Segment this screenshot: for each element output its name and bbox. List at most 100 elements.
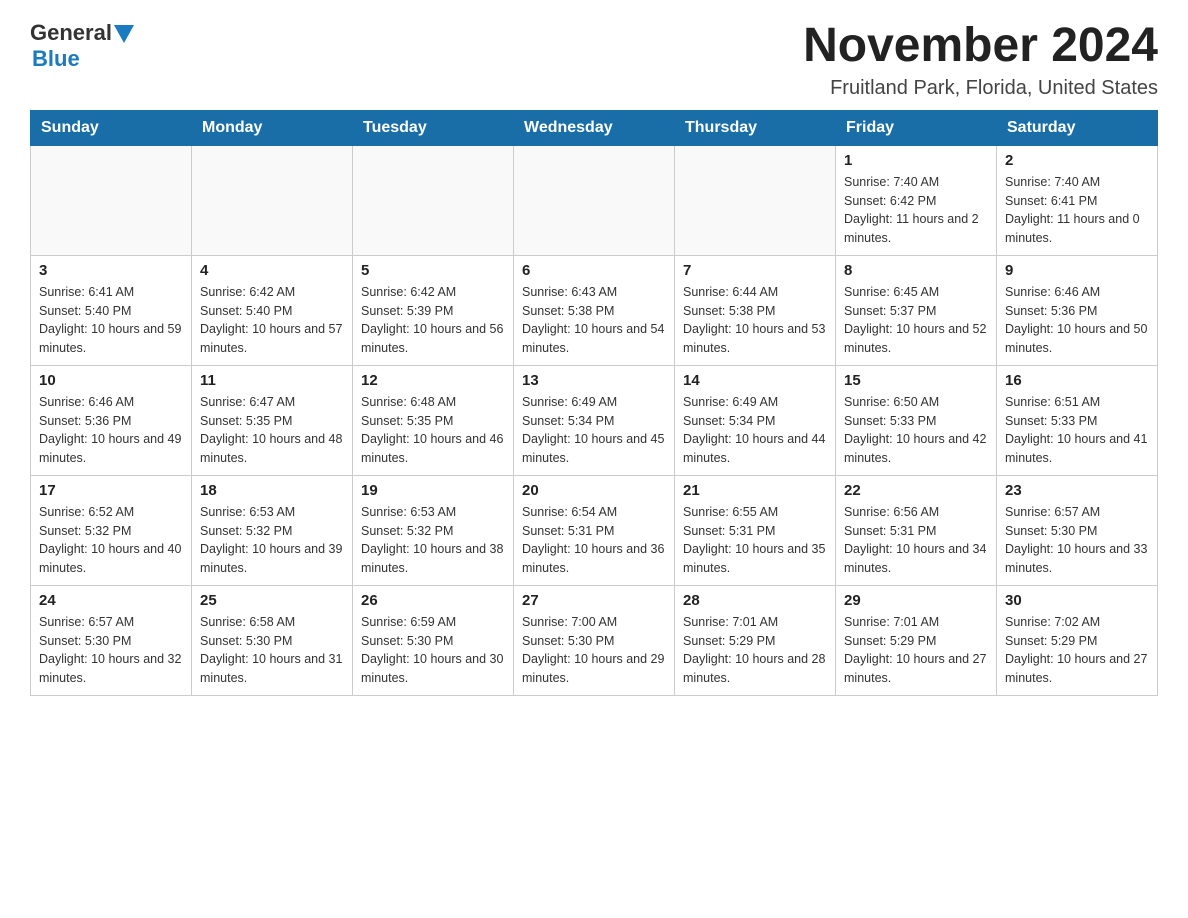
day-info: Sunrise: 6:45 AMSunset: 5:37 PMDaylight:…	[844, 283, 988, 358]
calendar-cell: 28 Sunrise: 7:01 AMSunset: 5:29 PMDayligh…	[675, 585, 836, 695]
day-number: 7	[683, 262, 827, 279]
day-number: 22	[844, 482, 988, 499]
calendar-cell: 25 Sunrise: 6:58 AMSunset: 5:30 PMDayligh…	[192, 585, 353, 695]
day-info: Sunrise: 7:01 AMSunset: 5:29 PMDaylight:…	[683, 613, 827, 688]
day-info: Sunrise: 7:40 AMSunset: 6:42 PMDaylight:…	[844, 173, 988, 248]
calendar-cell: 16Sunrise: 6:51 AMSunset: 5:33 PMDayligh…	[997, 365, 1158, 475]
calendar-cell: 21 Sunrise: 6:55 AMSunset: 5:31 PMDayligh…	[675, 475, 836, 585]
calendar-week-row: 24 Sunrise: 6:57 AMSunset: 5:30 PMDayligh…	[31, 585, 1158, 695]
calendar-cell: 2 Sunrise: 7:40 AMSunset: 6:41 PMDaylight…	[997, 145, 1158, 255]
day-number: 27	[522, 592, 666, 609]
calendar-cell: 12Sunrise: 6:48 AMSunset: 5:35 PMDayligh…	[353, 365, 514, 475]
calendar-header-row: SundayMondayTuesdayWednesdayThursdayFrid…	[31, 110, 1158, 145]
weekday-header-wednesday: Wednesday	[514, 110, 675, 145]
calendar-cell: 17 Sunrise: 6:52 AMSunset: 5:32 PMDayligh…	[31, 475, 192, 585]
title-area: November 2024 Fruitland Park, Florida, U…	[803, 20, 1158, 100]
calendar-cell	[353, 145, 514, 255]
calendar-cell: 4Sunrise: 6:42 AMSunset: 5:40 PMDaylight…	[192, 255, 353, 365]
calendar-cell: 15Sunrise: 6:50 AMSunset: 5:33 PMDayligh…	[836, 365, 997, 475]
logo: General Blue	[30, 20, 134, 72]
day-number: 23	[1005, 482, 1149, 499]
day-info: Sunrise: 7:40 AMSunset: 6:41 PMDaylight:…	[1005, 173, 1149, 248]
calendar-cell: 7 Sunrise: 6:44 AMSunset: 5:38 PMDaylight…	[675, 255, 836, 365]
day-number: 28	[683, 592, 827, 609]
day-number: 14	[683, 372, 827, 389]
calendar-cell: 23 Sunrise: 6:57 AMSunset: 5:30 PMDayligh…	[997, 475, 1158, 585]
day-info: Sunrise: 6:53 AMSunset: 5:32 PMDaylight:…	[361, 503, 505, 578]
calendar-cell: 20 Sunrise: 6:54 AMSunset: 5:31 PMDayligh…	[514, 475, 675, 585]
day-number: 6	[522, 262, 666, 279]
calendar-cell: 29 Sunrise: 7:01 AMSunset: 5:29 PMDayligh…	[836, 585, 997, 695]
calendar-cell: 13 Sunrise: 6:49 AMSunset: 5:34 PMDayligh…	[514, 365, 675, 475]
day-number: 3	[39, 262, 183, 279]
day-info: Sunrise: 6:43 AMSunset: 5:38 PMDaylight:…	[522, 283, 666, 358]
calendar-cell: 24 Sunrise: 6:57 AMSunset: 5:30 PMDayligh…	[31, 585, 192, 695]
weekday-header-sunday: Sunday	[31, 110, 192, 145]
calendar-cell: 9 Sunrise: 6:46 AMSunset: 5:36 PMDaylight…	[997, 255, 1158, 365]
day-info: Sunrise: 6:46 AMSunset: 5:36 PMDaylight:…	[39, 393, 183, 468]
day-info: Sunrise: 6:41 AMSunset: 5:40 PMDaylight:…	[39, 283, 183, 358]
day-info: Sunrise: 6:49 AMSunset: 5:34 PMDaylight:…	[683, 393, 827, 468]
day-info: Sunrise: 6:53 AMSunset: 5:32 PMDaylight:…	[200, 503, 344, 578]
weekday-header-thursday: Thursday	[675, 110, 836, 145]
calendar-cell: 1 Sunrise: 7:40 AMSunset: 6:42 PMDaylight…	[836, 145, 997, 255]
logo-general: General	[30, 20, 112, 46]
calendar-cell	[514, 145, 675, 255]
day-number: 9	[1005, 262, 1149, 279]
day-info: Sunrise: 6:52 AMSunset: 5:32 PMDaylight:…	[39, 503, 183, 578]
calendar-cell	[675, 145, 836, 255]
day-info: Sunrise: 6:56 AMSunset: 5:31 PMDaylight:…	[844, 503, 988, 578]
day-info: Sunrise: 6:44 AMSunset: 5:38 PMDaylight:…	[683, 283, 827, 358]
day-number: 15	[844, 372, 988, 389]
month-title: November 2024	[803, 20, 1158, 73]
day-number: 13	[522, 372, 666, 389]
logo-triangle-icon	[114, 25, 134, 43]
day-number: 20	[522, 482, 666, 499]
day-number: 30	[1005, 592, 1149, 609]
calendar-cell: 22 Sunrise: 6:56 AMSunset: 5:31 PMDayligh…	[836, 475, 997, 585]
calendar-cell: 27 Sunrise: 7:00 AMSunset: 5:30 PMDayligh…	[514, 585, 675, 695]
day-number: 18	[200, 482, 344, 499]
day-number: 29	[844, 592, 988, 609]
calendar-cell: 3 Sunrise: 6:41 AMSunset: 5:40 PMDaylight…	[31, 255, 192, 365]
location: Fruitland Park, Florida, United States	[803, 77, 1158, 100]
day-number: 1	[844, 152, 988, 169]
logo-blue: Blue	[32, 46, 80, 72]
calendar-table: SundayMondayTuesdayWednesdayThursdayFrid…	[30, 110, 1158, 696]
weekday-header-monday: Monday	[192, 110, 353, 145]
day-info: Sunrise: 6:46 AMSunset: 5:36 PMDaylight:…	[1005, 283, 1149, 358]
day-info: Sunrise: 6:55 AMSunset: 5:31 PMDaylight:…	[683, 503, 827, 578]
day-number: 24	[39, 592, 183, 609]
calendar-cell: 6 Sunrise: 6:43 AMSunset: 5:38 PMDaylight…	[514, 255, 675, 365]
calendar-cell	[192, 145, 353, 255]
day-number: 21	[683, 482, 827, 499]
calendar-cell: 5Sunrise: 6:42 AMSunset: 5:39 PMDaylight…	[353, 255, 514, 365]
day-info: Sunrise: 6:57 AMSunset: 5:30 PMDaylight:…	[39, 613, 183, 688]
day-number: 25	[200, 592, 344, 609]
day-info: Sunrise: 6:54 AMSunset: 5:31 PMDaylight:…	[522, 503, 666, 578]
day-info: Sunrise: 7:01 AMSunset: 5:29 PMDaylight:…	[844, 613, 988, 688]
weekday-header-friday: Friday	[836, 110, 997, 145]
calendar-cell: 10Sunrise: 6:46 AMSunset: 5:36 PMDayligh…	[31, 365, 192, 475]
page-header: General Blue November 2024 Fruitland Par…	[30, 20, 1158, 100]
day-number: 2	[1005, 152, 1149, 169]
day-info: Sunrise: 6:42 AMSunset: 5:39 PMDaylight:…	[361, 283, 505, 358]
calendar-cell: 18 Sunrise: 6:53 AMSunset: 5:32 PMDayligh…	[192, 475, 353, 585]
day-number: 12	[361, 372, 505, 389]
day-info: Sunrise: 7:00 AMSunset: 5:30 PMDaylight:…	[522, 613, 666, 688]
day-number: 26	[361, 592, 505, 609]
calendar-week-row: 10Sunrise: 6:46 AMSunset: 5:36 PMDayligh…	[31, 365, 1158, 475]
weekday-header-saturday: Saturday	[997, 110, 1158, 145]
calendar-cell: 11Sunrise: 6:47 AMSunset: 5:35 PMDayligh…	[192, 365, 353, 475]
day-number: 17	[39, 482, 183, 499]
calendar-cell	[31, 145, 192, 255]
day-number: 16	[1005, 372, 1149, 389]
day-info: Sunrise: 6:58 AMSunset: 5:30 PMDaylight:…	[200, 613, 344, 688]
weekday-header-tuesday: Tuesday	[353, 110, 514, 145]
calendar-cell: 26Sunrise: 6:59 AMSunset: 5:30 PMDayligh…	[353, 585, 514, 695]
day-info: Sunrise: 6:49 AMSunset: 5:34 PMDaylight:…	[522, 393, 666, 468]
calendar-cell: 19 Sunrise: 6:53 AMSunset: 5:32 PMDayligh…	[353, 475, 514, 585]
day-number: 11	[200, 372, 344, 389]
day-number: 19	[361, 482, 505, 499]
day-info: Sunrise: 6:57 AMSunset: 5:30 PMDaylight:…	[1005, 503, 1149, 578]
